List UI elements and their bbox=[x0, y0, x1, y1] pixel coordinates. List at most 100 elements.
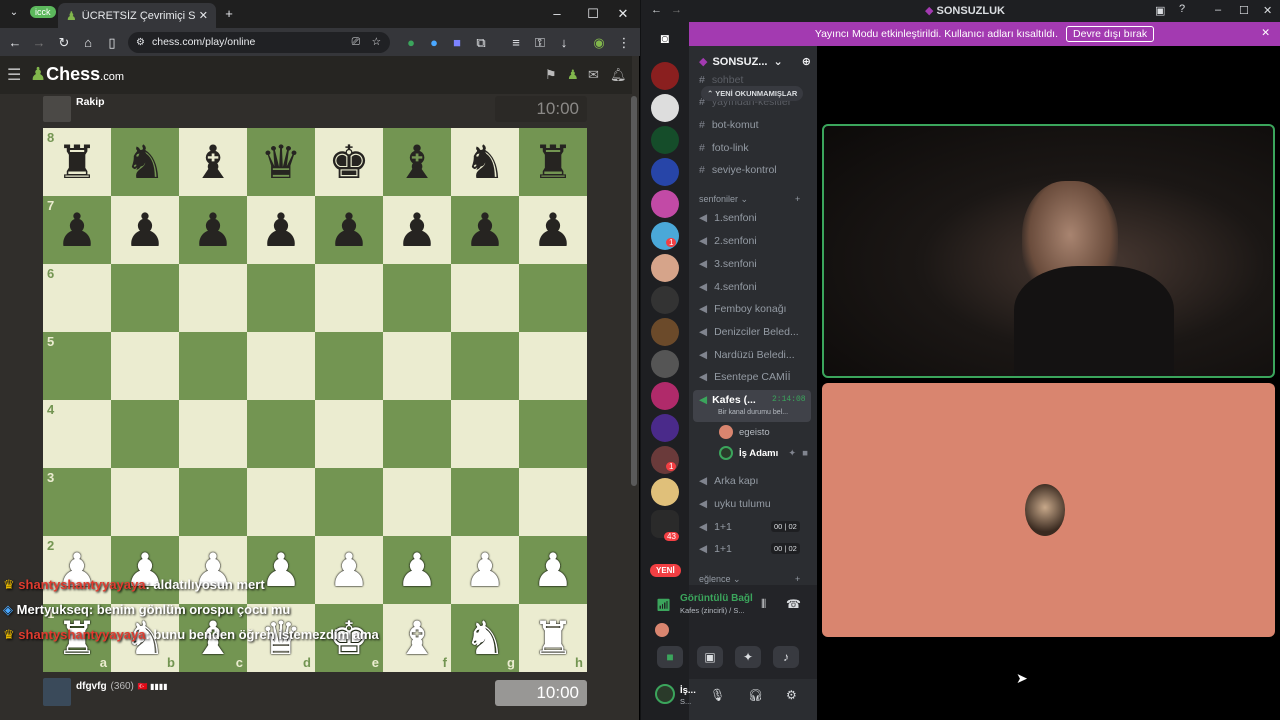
server-icon-3[interactable] bbox=[651, 126, 679, 154]
new-tab-icon[interactable]: + bbox=[220, 6, 238, 21]
player-name[interactable]: dfgvfg bbox=[76, 681, 107, 692]
board-square[interactable]: ♟ bbox=[315, 196, 383, 264]
voice-channel[interactable]: ◀︎ Arka kapı bbox=[699, 475, 813, 487]
reload-icon[interactable]: ↻ bbox=[55, 35, 73, 51]
board-square[interactable]: 6 bbox=[43, 264, 111, 332]
extension-blue-icon[interactable]: ● bbox=[425, 35, 443, 50]
server-icon-4[interactable] bbox=[651, 158, 679, 186]
help-icon[interactable]: ? bbox=[1179, 3, 1185, 15]
black-piece[interactable]: ♟ bbox=[56, 204, 97, 256]
board-square[interactable]: ♝ bbox=[179, 128, 247, 196]
disconnect-icon[interactable]: ☎︎ bbox=[786, 597, 801, 611]
member-is-adami[interactable]: İş Adamı ✦ ■ bbox=[719, 446, 808, 460]
banner-close-icon[interactable]: ✕ bbox=[1261, 27, 1270, 39]
forward-icon[interactable]: → bbox=[30, 35, 48, 50]
board-square[interactable] bbox=[179, 332, 247, 400]
board-square[interactable]: ♟ bbox=[519, 536, 587, 604]
board-square[interactable] bbox=[383, 468, 451, 536]
profile-avatar-icon[interactable]: ◉ bbox=[590, 35, 608, 51]
black-piece[interactable]: ♞ bbox=[464, 136, 505, 188]
extension-purple-icon[interactable]: ■ bbox=[448, 35, 466, 50]
new-pill[interactable]: YENİ bbox=[650, 564, 681, 577]
voice-channel[interactable]: ◀︎ 2.senfoni bbox=[699, 235, 813, 247]
board-square[interactable]: ♟ bbox=[383, 536, 451, 604]
tab-close-icon[interactable]: ✕ bbox=[199, 9, 208, 22]
board-square[interactable]: 2 ♟ bbox=[43, 536, 111, 604]
black-piece[interactable]: ♟ bbox=[396, 204, 437, 256]
board-square[interactable] bbox=[519, 400, 587, 468]
server-icon-8[interactable] bbox=[651, 286, 679, 314]
board-square[interactable]: ♟ bbox=[179, 196, 247, 264]
board-square[interactable] bbox=[247, 400, 315, 468]
camera-button[interactable]: ■ bbox=[657, 646, 683, 668]
board-square[interactable]: ♟ bbox=[247, 196, 315, 264]
white-piece[interactable]: ♟ bbox=[328, 544, 369, 596]
board-square[interactable] bbox=[111, 400, 179, 468]
discord-minimize-icon[interactable]: – bbox=[1215, 4, 1221, 16]
voice-channel[interactable]: ◀︎ Femboy konağı bbox=[699, 303, 813, 315]
discord-maximize-icon[interactable]: ☐ bbox=[1239, 4, 1249, 17]
settings-gear-icon[interactable]: ⚙ bbox=[786, 688, 797, 702]
board-square[interactable] bbox=[247, 264, 315, 332]
black-piece[interactable]: ♟ bbox=[192, 204, 233, 256]
board-square[interactable]: ♞ bbox=[451, 128, 519, 196]
server-icon-6[interactable] bbox=[651, 222, 679, 250]
page-scrollbar[interactable] bbox=[631, 96, 637, 486]
headphones-icon[interactable]: 🎧︎ bbox=[748, 688, 763, 702]
board-square[interactable] bbox=[111, 468, 179, 536]
notifications-icon[interactable]: 🔔︎ bbox=[610, 67, 627, 83]
server-icon-12[interactable] bbox=[651, 414, 679, 442]
inbox-icon[interactable]: ▣ bbox=[1155, 4, 1165, 17]
black-piece[interactable]: ♞ bbox=[124, 136, 165, 188]
board-square[interactable] bbox=[451, 332, 519, 400]
black-piece[interactable]: ♚ bbox=[328, 136, 369, 188]
server-icon-14[interactable] bbox=[651, 478, 679, 506]
black-piece[interactable]: ♟ bbox=[328, 204, 369, 256]
white-piece[interactable]: ♝ bbox=[396, 612, 437, 664]
board-square[interactable]: ♟ bbox=[383, 196, 451, 264]
address-bar[interactable]: ⚙ chess.com/play/online ⎚ ☆ bbox=[128, 32, 390, 53]
home-icon[interactable]: ⌂ bbox=[79, 35, 97, 50]
split-view-icon[interactable]: ▯ bbox=[103, 35, 121, 51]
server-icon-9[interactable] bbox=[651, 318, 679, 346]
voice-channel[interactable]: ◀︎ Denizciler Beled... bbox=[699, 326, 813, 338]
black-piece[interactable]: ♟ bbox=[124, 204, 165, 256]
server-icon-1[interactable] bbox=[651, 62, 679, 90]
voice-channel[interactable]: ◀︎ 1+1 00 | 02 bbox=[699, 521, 813, 533]
board-square[interactable]: 8 ♜ bbox=[43, 128, 111, 196]
white-piece[interactable]: ♜ bbox=[532, 612, 573, 664]
board-square[interactable] bbox=[383, 400, 451, 468]
text-channel[interactable]: # bot-komut bbox=[699, 119, 813, 131]
voice-channel[interactable]: ◀︎ 1.senfoni bbox=[699, 212, 813, 224]
video-tile-avatar[interactable] bbox=[822, 383, 1275, 637]
unread-pill[interactable]: ⌃ YENİ OKUNMAMIŞLAR bbox=[701, 86, 804, 101]
board-square[interactable] bbox=[519, 264, 587, 332]
chess-logo[interactable]: ♟Chess.com bbox=[30, 64, 124, 85]
board-square[interactable]: ♚ bbox=[315, 128, 383, 196]
board-square[interactable]: ♟ bbox=[111, 196, 179, 264]
user-name[interactable]: İş... bbox=[680, 685, 696, 696]
board-square[interactable]: ♝ bbox=[383, 128, 451, 196]
extensions-icon[interactable]: ⧉ bbox=[472, 35, 490, 51]
voice-sub[interactable]: Kafes (zincirli) / S... bbox=[680, 606, 745, 615]
voice-channel[interactable]: ◀︎ 3.senfoni bbox=[699, 258, 813, 270]
board-square[interactable] bbox=[179, 264, 247, 332]
board-square[interactable] bbox=[451, 468, 519, 536]
board-square[interactable] bbox=[519, 332, 587, 400]
voice-channel[interactable]: ◀︎ 1+1 00 | 02 bbox=[699, 543, 813, 555]
hamburger-menu-icon[interactable]: ☰ bbox=[7, 65, 21, 85]
server-icon-11[interactable] bbox=[651, 382, 679, 410]
board-square[interactable] bbox=[179, 400, 247, 468]
extension-green-icon[interactable]: ● bbox=[402, 35, 420, 50]
board-square[interactable]: ♟ bbox=[179, 536, 247, 604]
board-square[interactable] bbox=[451, 264, 519, 332]
profile-badge[interactable]: icck bbox=[30, 6, 56, 18]
discord-home-icon[interactable]: ◙ bbox=[653, 30, 677, 48]
black-piece[interactable]: ♛ bbox=[260, 136, 301, 188]
board-square[interactable]: ♟ bbox=[315, 536, 383, 604]
board-square[interactable]: ♟ bbox=[451, 536, 519, 604]
category-eglence[interactable]: eğlence ⌄ + bbox=[699, 574, 800, 585]
add-channel-icon[interactable]: + bbox=[795, 574, 800, 584]
tab-search-toolbar-icon[interactable]: ≡ bbox=[507, 35, 525, 50]
board-square[interactable]: ♟ bbox=[451, 196, 519, 264]
